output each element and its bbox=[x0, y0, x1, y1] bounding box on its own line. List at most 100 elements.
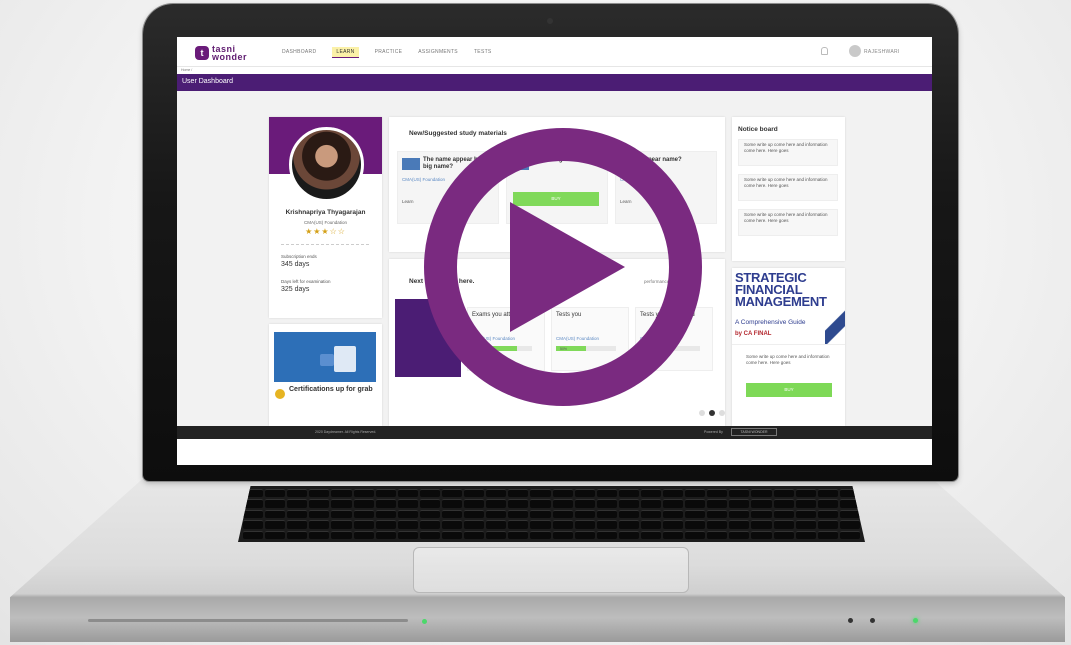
exam-value: 325 days bbox=[281, 286, 310, 293]
keyboard-key bbox=[331, 520, 352, 529]
keyboard-key bbox=[508, 530, 529, 539]
keyboard-key bbox=[640, 530, 662, 539]
keyboard-key bbox=[243, 530, 264, 539]
material-thumbnail bbox=[402, 158, 420, 170]
keyboard-key bbox=[375, 489, 396, 498]
nav-practice[interactable]: PRACTICE bbox=[375, 49, 403, 58]
keyboard-key bbox=[839, 520, 860, 529]
keyboard-key bbox=[353, 530, 374, 539]
nav-learn[interactable]: LEARN bbox=[332, 47, 359, 58]
keyboard-key bbox=[751, 509, 772, 519]
status-led bbox=[913, 618, 918, 623]
keyboard-key bbox=[397, 509, 418, 519]
breadcrumb[interactable]: Home / bbox=[181, 68, 192, 72]
indicator-led bbox=[848, 618, 853, 623]
notice-item[interactable]: Some write up come here and information … bbox=[738, 174, 838, 201]
keyboard-key bbox=[817, 530, 838, 539]
keyboard-key bbox=[508, 520, 529, 529]
keyboard-key bbox=[618, 509, 639, 519]
page-title: User Dashboard bbox=[182, 78, 233, 85]
keyboard-key bbox=[419, 530, 440, 539]
notice-board-card: Notice board Some write up come here and… bbox=[732, 117, 845, 261]
keyboard-key bbox=[795, 520, 816, 529]
page-footer: 2020 Daydreamer. All Rights Reserved. Po… bbox=[177, 426, 932, 439]
keyboard-key bbox=[530, 499, 551, 508]
keyboard-key bbox=[530, 489, 551, 498]
notice-item[interactable]: Some write up come here and information … bbox=[738, 209, 838, 236]
user-name[interactable]: RAJESHWARI bbox=[864, 49, 900, 55]
keyboard-key bbox=[685, 509, 706, 519]
keyboard-key bbox=[817, 520, 838, 529]
keyboard-key bbox=[596, 530, 617, 539]
keyboard-key bbox=[331, 530, 352, 539]
keyboard-key bbox=[375, 509, 396, 519]
keyboard-key bbox=[574, 520, 595, 529]
keyboard-key bbox=[663, 530, 684, 539]
keyboard-key bbox=[243, 509, 264, 519]
profile-name: Krishnapriya Thyagarajan bbox=[285, 209, 366, 216]
keyboard-key bbox=[751, 489, 772, 498]
keyboard-key bbox=[464, 509, 485, 519]
carousel-dot[interactable] bbox=[699, 410, 705, 416]
document-icon bbox=[320, 354, 334, 366]
nav-assignments[interactable]: ASSIGNMENTS bbox=[418, 49, 458, 58]
keyboard-key bbox=[287, 520, 308, 529]
carousel-dot[interactable] bbox=[719, 410, 725, 416]
keyboard-key bbox=[773, 520, 794, 529]
notification-bell-icon[interactable] bbox=[821, 47, 828, 55]
keyboard-key bbox=[685, 499, 706, 508]
award-icon bbox=[275, 389, 285, 399]
keyboard-key bbox=[265, 530, 286, 539]
certifications-title: Certifications up for grab bbox=[289, 386, 373, 393]
carousel-dot-active[interactable] bbox=[709, 410, 715, 416]
keyboard-key bbox=[441, 489, 463, 498]
nav-tests[interactable]: TESTS bbox=[474, 49, 492, 58]
learn-link[interactable]: Learn bbox=[402, 199, 414, 204]
video-play-button[interactable] bbox=[424, 128, 702, 406]
keyboard-key bbox=[574, 509, 595, 519]
book-author: by CA FINAL bbox=[735, 331, 772, 337]
keyboard-key bbox=[464, 520, 485, 529]
keyboard-key bbox=[685, 489, 706, 498]
keyboard-key bbox=[596, 499, 617, 508]
keyboard-key bbox=[663, 489, 684, 498]
keyboard-key bbox=[773, 489, 794, 498]
keyboard-key bbox=[486, 509, 507, 519]
webcam bbox=[547, 18, 553, 24]
keyboard-key bbox=[795, 489, 816, 498]
keyboard-key bbox=[663, 520, 684, 529]
keyboard-key bbox=[795, 509, 816, 519]
book-banner[interactable]: STRATEGIC FINANCIAL MANAGEMENT A Compreh… bbox=[732, 268, 845, 345]
keyboard-key bbox=[751, 499, 772, 508]
keyboard-key bbox=[663, 499, 684, 508]
keyboard-key bbox=[685, 530, 706, 539]
keyboard-key bbox=[817, 489, 838, 498]
exam-label: Days left for examination bbox=[281, 279, 331, 284]
keyboard-key bbox=[353, 499, 374, 508]
nav-dashboard[interactable]: DASHBOARD bbox=[282, 49, 316, 58]
keyboard-key bbox=[397, 530, 418, 539]
book-ad-card: STRATEGIC FINANCIAL MANAGEMENT A Compreh… bbox=[732, 268, 845, 426]
keyboard-key bbox=[596, 520, 617, 529]
keyboard-key bbox=[640, 520, 662, 529]
app-logo[interactable]: t tasni wonder bbox=[195, 45, 247, 62]
keyboard-key bbox=[817, 509, 838, 519]
keyboard-key bbox=[441, 530, 463, 539]
keyboard-key bbox=[596, 509, 617, 519]
buy-book-button[interactable]: BUY bbox=[746, 383, 832, 397]
keyboard-key bbox=[464, 530, 485, 539]
keyboard-key bbox=[574, 530, 595, 539]
keyboard-key bbox=[552, 530, 573, 539]
book-title: STRATEGIC FINANCIAL MANAGEMENT bbox=[735, 270, 827, 309]
carousel-dots bbox=[699, 410, 725, 416]
keyboard-key bbox=[309, 499, 330, 508]
keyboard-key bbox=[486, 520, 507, 529]
keyboard-key bbox=[640, 509, 662, 519]
keyboard-key bbox=[353, 520, 374, 529]
user-avatar[interactable] bbox=[849, 45, 861, 57]
keyboard-key bbox=[353, 509, 374, 519]
certifications-card[interactable]: Certifications up for grab bbox=[269, 324, 382, 426]
divider bbox=[281, 244, 369, 245]
notice-item[interactable]: Some write up come here and information … bbox=[738, 139, 838, 166]
keyboard-key bbox=[441, 499, 463, 508]
